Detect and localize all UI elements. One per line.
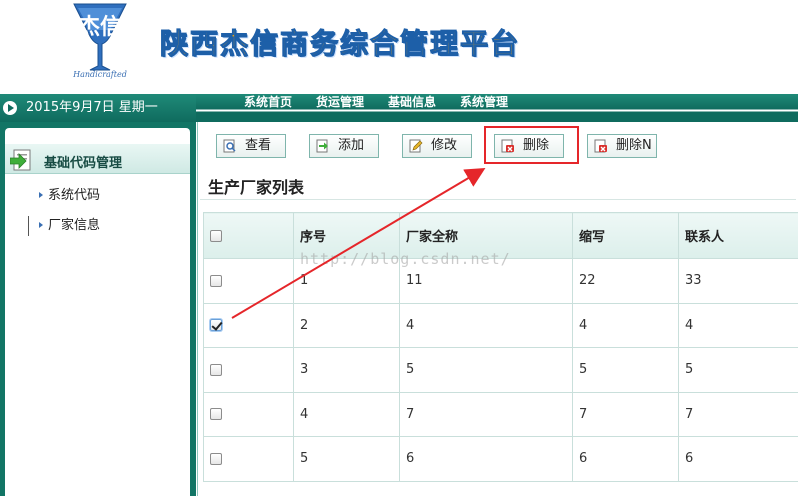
logo-glass-icon: 杰信 — [73, 3, 127, 71]
row-checkbox[interactable] — [210, 274, 222, 287]
row-select-cell — [203, 391, 294, 437]
row-select-cell — [203, 258, 294, 304]
row-checkbox[interactable] — [210, 319, 222, 332]
add-icon — [316, 139, 328, 153]
logo-script-text: Handicrafted — [73, 70, 127, 79]
edit-label: 修改 — [431, 138, 458, 153]
watermark: http://blog.csdn.net/ — [300, 250, 511, 268]
table-cell: 6 — [678, 436, 798, 482]
table-cell: 22 — [572, 258, 679, 304]
table-cell: 7 — [678, 391, 798, 437]
nav-item-system[interactable]: 系统管理 — [460, 94, 508, 110]
divider — [197, 122, 198, 496]
table-row[interactable]: 5666 — [203, 436, 798, 482]
select-all-cell — [203, 212, 294, 259]
table-cell: 2 — [293, 302, 400, 348]
logo: 杰信 Handicrafted — [66, 2, 134, 88]
header: 杰信 Handicrafted 陕西杰信商务综合管理平台 — [0, 0, 798, 94]
table-cell: 3 — [293, 347, 400, 393]
table-row[interactable]: 2444 — [203, 302, 798, 348]
triangle-right-icon — [39, 222, 43, 228]
date-text: 2015年9月7日 星期一 — [26, 100, 158, 115]
column-header[interactable]: 缩写 — [572, 212, 679, 259]
folder-arrow-icon — [10, 149, 31, 171]
list-title: 生产厂家列表 — [208, 178, 305, 197]
row-checkbox[interactable] — [210, 452, 222, 465]
view-icon — [223, 139, 236, 153]
row-select-cell — [203, 347, 294, 393]
collapse-arrow-icon[interactable] — [3, 101, 17, 115]
table-cell: 6 — [572, 436, 679, 482]
logo-glyph: 杰信 — [78, 14, 122, 40]
view-button[interactable]: 查看 — [216, 134, 286, 158]
table-cell: 6 — [399, 436, 573, 482]
date-bar: 2015年9月7日 星期一 — [0, 94, 196, 122]
add-button[interactable]: 添加 — [309, 134, 379, 158]
delete-n-label: 删除N — [616, 138, 652, 153]
triangle-right-icon — [39, 192, 43, 198]
table-cell: 33 — [678, 258, 798, 304]
add-label: 添加 — [338, 138, 365, 153]
table-cell: 4 — [293, 391, 400, 437]
nav-item-basic-info[interactable]: 基础信息 — [388, 94, 436, 110]
active-indicator — [28, 216, 29, 236]
highlight-box — [484, 126, 579, 164]
sidebar-item-label: 系统代码 — [48, 188, 101, 203]
table-cell: 7 — [572, 391, 679, 437]
row-select-cell — [203, 436, 294, 482]
edit-icon — [409, 139, 423, 153]
top-nav: 系统首页 货运管理 基础信息 系统管理 — [196, 94, 798, 122]
nav-item-home[interactable]: 系统首页 — [244, 94, 292, 110]
sidebar-group-label: 基础代码管理 — [44, 156, 123, 171]
delete-n-button[interactable]: 删除N — [587, 134, 657, 158]
table-cell: 5 — [399, 347, 573, 393]
delete-n-icon — [594, 139, 607, 153]
edit-button[interactable]: 修改 — [402, 134, 472, 158]
column-header[interactable]: 联系人 — [678, 212, 798, 259]
sidebar-item-factory-info[interactable]: 厂家信息 — [39, 216, 100, 236]
table-cell: 4 — [572, 302, 679, 348]
select-all-checkbox[interactable] — [210, 229, 222, 242]
row-select-cell — [203, 302, 294, 348]
table-cell: 5 — [572, 347, 679, 393]
table-cell: 5 — [678, 347, 798, 393]
row-checkbox[interactable] — [210, 408, 222, 421]
table-cell: 4 — [678, 302, 798, 348]
table-row[interactable]: 4777 — [203, 391, 798, 437]
table-cell: 7 — [399, 391, 573, 437]
table-cell: 5 — [293, 436, 400, 482]
table-row[interactable]: 3555 — [203, 347, 798, 393]
sidebar: 基础代码管理 系统代码 厂家信息 — [0, 122, 196, 496]
row-checkbox[interactable] — [210, 363, 222, 376]
divider — [200, 199, 796, 200]
sidebar-item-label: 厂家信息 — [48, 218, 101, 233]
nav-item-shipping[interactable]: 货运管理 — [316, 94, 364, 110]
sidebar-panel: 基础代码管理 系统代码 厂家信息 — [5, 128, 190, 496]
table-cell: 4 — [399, 302, 573, 348]
app-title: 陕西杰信商务综合管理平台 — [159, 27, 521, 61]
view-label: 查看 — [245, 138, 272, 153]
sidebar-item-system-code[interactable]: 系统代码 — [39, 186, 100, 206]
